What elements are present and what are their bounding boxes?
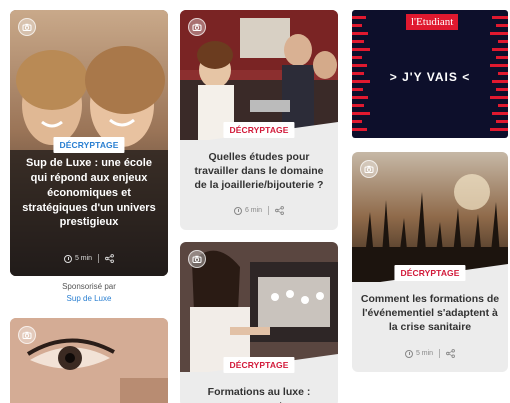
divider xyxy=(268,206,270,215)
divider xyxy=(98,254,100,263)
article-title[interactable]: Quelles études pour travailler dans le d… xyxy=(188,150,330,193)
clock-icon xyxy=(63,254,72,263)
read-time: 5 min xyxy=(415,350,434,357)
camera-icon xyxy=(188,18,206,36)
article-meta: 5 min xyxy=(352,349,508,358)
share-icon[interactable] xyxy=(275,206,284,215)
camera-icon xyxy=(360,160,378,178)
article-card-luxe[interactable]: DÉCRYPTAGE Formations au luxe : comment xyxy=(180,242,338,403)
clock-icon xyxy=(233,206,242,215)
category-tag: DÉCRYPTAGE xyxy=(223,122,295,138)
category-tag: DÉCRYPTAGE xyxy=(223,357,295,373)
camera-icon xyxy=(18,18,36,36)
etudiant-logo: l'Etudiant xyxy=(406,14,459,30)
sponsor-prefix: Sponsorisé par xyxy=(62,282,116,291)
divider xyxy=(439,349,441,358)
sponsor-credit: Sponsorisé par Sup de Luxe xyxy=(10,281,168,304)
category-tag: DÉCRYPTAGE xyxy=(53,137,125,153)
share-icon[interactable] xyxy=(446,349,455,358)
category-tag: DÉCRYPTAGE xyxy=(394,265,466,281)
article-title[interactable]: Formations au luxe : comment xyxy=(188,385,330,403)
etudiant-ad-banner[interactable]: l'Etudiant > J'Y VAIS < xyxy=(352,10,508,138)
camera-icon xyxy=(188,250,206,268)
article-card-joaillerie[interactable]: DÉCRYPTAGE Quelles études pour travaille… xyxy=(180,10,338,230)
camera-icon xyxy=(18,326,36,344)
article-title[interactable]: Comment les formations de l'événementiel… xyxy=(360,292,500,335)
article-title[interactable]: Sup de Luxe : une école qui répond aux e… xyxy=(18,156,160,230)
article-meta: 5 min xyxy=(10,254,168,263)
read-time: 5 min xyxy=(74,255,93,262)
article-card-sup-de-luxe[interactable]: DÉCRYPTAGE Sup de Luxe : une école qui r… xyxy=(10,10,168,276)
clock-icon xyxy=(404,349,413,358)
article-card-evenementiel[interactable]: DÉCRYPTAGE Comment les formations de l'é… xyxy=(352,152,508,372)
read-time: 6 min xyxy=(244,207,263,214)
sponsor-link[interactable]: Sup de Luxe xyxy=(10,293,168,305)
share-icon[interactable] xyxy=(105,254,114,263)
ad-cta[interactable]: > J'Y VAIS < xyxy=(352,70,508,84)
article-card-eye[interactable] xyxy=(10,318,168,403)
article-meta: 6 min xyxy=(180,206,338,215)
